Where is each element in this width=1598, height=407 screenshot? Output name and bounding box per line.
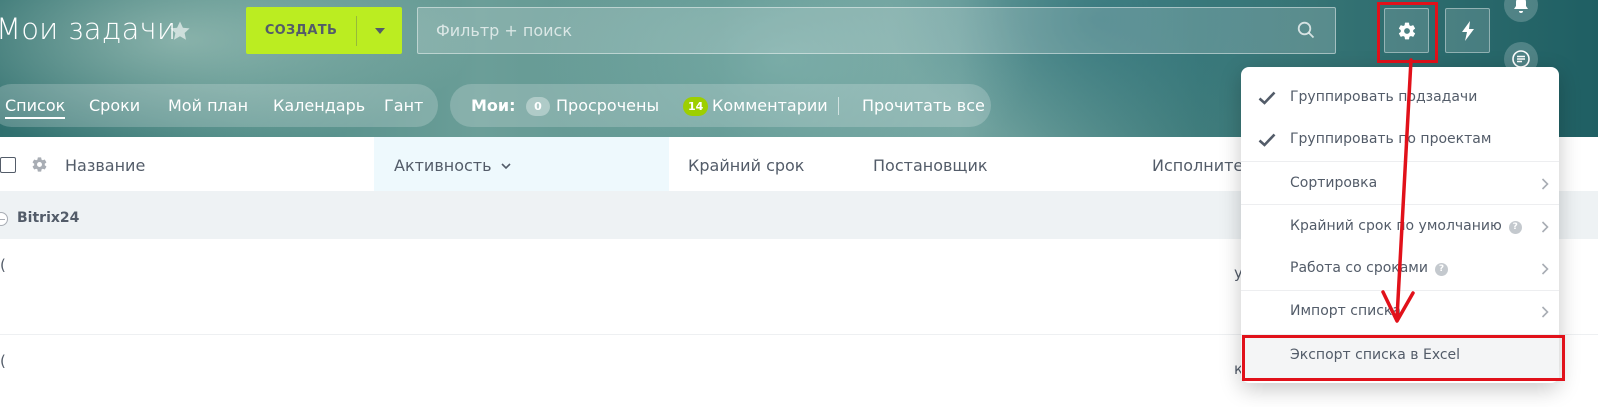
tab-deadlines[interactable]: Сроки [89,96,140,115]
column-header-activity[interactable]: Активность [394,156,511,175]
chat-list-icon [1512,50,1530,68]
counters-prefix: Мои: [471,96,516,115]
checkmark-icon [1258,133,1276,147]
menu-divider [1241,204,1559,205]
create-button[interactable]: СОЗДАТЬ [246,7,402,54]
bell-icon [1514,0,1528,13]
column-header-creator[interactable]: Постановщик [873,156,988,175]
export-highlight-frame [1242,335,1565,381]
menu-divider [1241,161,1559,162]
checkmark-icon [1258,91,1276,105]
menu-item-label: Работа со сроками? [1290,260,1448,276]
search-icon[interactable] [1297,21,1315,39]
chevron-right-icon [1541,221,1549,233]
filter-search-box[interactable] [417,7,1336,54]
task-row-fragment: ( [0,352,6,370]
menu-item-label: Группировать по проектам [1290,131,1492,147]
chevron-down-icon [374,27,385,34]
column-header-name[interactable]: Название [65,156,145,175]
column-header-assignee[interactable]: Исполнител [1152,156,1254,175]
automation-button[interactable] [1445,8,1490,53]
menu-item-group-subtasks[interactable]: Группировать подзадачи [1241,77,1559,120]
menu-item-label: Импорт списка [1290,303,1401,319]
column-header-activity-label: Активность [394,156,492,175]
create-dropdown-toggle[interactable] [357,27,402,34]
page-title: Мои задачи [0,12,177,46]
menu-item-text: Работа со сроками [1290,260,1428,276]
select-all-checkbox[interactable] [0,157,16,173]
star-icon[interactable] [168,19,192,43]
chevron-right-icon [1541,178,1549,190]
group-name[interactable]: Bitrix24 [17,210,79,226]
menu-item-sorting[interactable]: Сортировка [1241,163,1559,206]
tab-my-plan[interactable]: Мой план [168,96,248,115]
comments-link[interactable]: Комментарии [712,96,828,115]
menu-item-deadline-work[interactable]: Работа со сроками? [1241,248,1559,291]
comments-count-badge: 14 [683,97,709,116]
help-icon[interactable]: ? [1434,263,1448,276]
chevron-right-icon [1541,263,1549,275]
view-tabs: Список Сроки Мой план Календарь Гант [0,84,438,127]
menu-item-label: Группировать подзадачи [1290,89,1478,105]
help-icon[interactable]: ? [1508,221,1522,234]
menu-item-import-list[interactable]: Импорт списка [1241,291,1559,334]
chevron-right-icon [1541,306,1549,318]
menu-item-label: Крайний срок по умолчанию? [1290,218,1522,234]
menu-item-label: Сортировка [1290,175,1378,191]
menu-item-text: Крайний срок по умолчанию [1290,218,1502,234]
overdue-count-badge: 0 [526,97,550,116]
column-settings-gear-icon[interactable] [31,156,48,173]
menu-item-group-projects[interactable]: Группировать по проектам [1241,119,1559,162]
tab-calendar[interactable]: Календарь [273,96,365,115]
overdue-link[interactable]: Просрочены [556,96,659,115]
column-header-deadline[interactable]: Крайний срок [688,156,804,175]
tab-list[interactable]: Список [5,96,66,119]
read-all-link[interactable]: Прочитать все [862,96,985,115]
search-input[interactable] [436,8,1286,53]
menu-item-default-deadline[interactable]: Крайний срок по умолчанию? [1241,206,1559,249]
counters-divider [838,97,839,115]
chevron-down-icon [501,163,511,170]
lightning-icon [1461,20,1474,41]
tab-gantt[interactable]: Гант [384,96,423,115]
task-counters: Мои: 0 Просрочены 14 Комментарии Прочита… [450,84,991,127]
settings-highlight-frame [1377,2,1438,63]
task-row-fragment: ( [0,256,6,274]
create-button-label: СОЗДАТЬ [264,23,338,38]
